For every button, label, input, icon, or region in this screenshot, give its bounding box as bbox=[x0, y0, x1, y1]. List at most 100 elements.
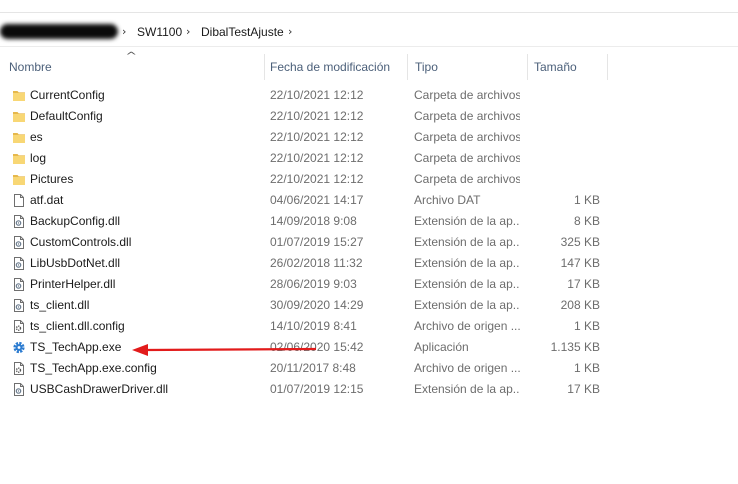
file-row[interactable]: PrinterHelper.dll 28/06/2019 9:03 Extensió… bbox=[0, 274, 738, 295]
file-type: Extensión de la ap... bbox=[414, 298, 520, 312]
file-row[interactable]: es 22/10/2021 12:12 Carpeta de archivos bbox=[0, 127, 738, 148]
file-name: es bbox=[30, 130, 43, 144]
file-size: 8 KB bbox=[573, 214, 600, 228]
column-name[interactable]: Nombre bbox=[9, 52, 52, 82]
file-size bbox=[530, 106, 600, 127]
file-date: 30/09/2020 14:29 bbox=[270, 298, 364, 312]
file-name: CustomControls.dll bbox=[30, 235, 132, 249]
file-name: PrinterHelper.dll bbox=[30, 277, 116, 291]
dll-file-icon bbox=[12, 235, 26, 250]
file-date: 04/06/2021 14:17 bbox=[270, 193, 364, 207]
file-type: Carpeta de archivos bbox=[414, 172, 520, 186]
column-divider[interactable] bbox=[264, 54, 265, 80]
folder-icon bbox=[12, 172, 26, 187]
file-size: 325 KB bbox=[560, 235, 600, 249]
redacted-path bbox=[0, 24, 118, 39]
file-name: LibUsbDotNet.dll bbox=[30, 256, 121, 270]
file-row[interactable]: LibUsbDotNet.dll 26/02/2018 11:32 Extensió… bbox=[0, 253, 738, 274]
file-name: log bbox=[30, 151, 47, 165]
breadcrumb-separator: › bbox=[288, 25, 293, 38]
file-size: 1 KB bbox=[573, 319, 600, 333]
top-divider bbox=[0, 12, 738, 13]
folder-icon bbox=[12, 151, 26, 166]
file-name: CurrentConfig bbox=[30, 88, 105, 102]
config-file-icon bbox=[12, 319, 26, 334]
file-size: 208 KB bbox=[560, 298, 600, 312]
dll-file-icon bbox=[12, 382, 26, 397]
file-name: ts_client.dll.config bbox=[30, 319, 125, 333]
file-type: Carpeta de archivos bbox=[414, 130, 520, 144]
file-date: 01/07/2019 15:27 bbox=[270, 235, 364, 249]
dll-file-icon bbox=[12, 277, 26, 292]
file-type: Extensión de la ap... bbox=[414, 382, 520, 396]
file-type: Carpeta de archivos bbox=[414, 109, 520, 123]
folder-icon bbox=[12, 130, 26, 145]
file-name: BackupConfig.dll bbox=[30, 214, 121, 228]
breadcrumb-separator: › bbox=[186, 25, 191, 38]
file-size: 1 KB bbox=[573, 361, 600, 375]
breadcrumb-item-sw1100[interactable]: SW1100 bbox=[137, 25, 182, 39]
file-name: DefaultConfig bbox=[30, 109, 103, 123]
file-row[interactable]: CurrentConfig 22/10/2021 12:12 Carpeta de … bbox=[0, 85, 738, 106]
column-divider[interactable] bbox=[607, 54, 608, 80]
file-row[interactable]: TS_TechApp.exe 02/06/2020 15:42 Aplicación… bbox=[0, 337, 738, 358]
file-row[interactable]: USBCashDrawerDriver.dll 01/07/2019 12:15 E… bbox=[0, 379, 738, 400]
breadcrumb-item-dibaltestajuste[interactable]: DibalTestAjuste bbox=[201, 25, 284, 39]
column-type[interactable]: Tipo bbox=[415, 52, 438, 82]
file-date: 20/11/2017 8:48 bbox=[270, 361, 356, 375]
file-date: 14/09/2018 9:08 bbox=[270, 214, 357, 228]
file-size bbox=[530, 148, 600, 169]
column-divider[interactable] bbox=[527, 54, 528, 80]
sort-up-icon: ^ bbox=[125, 51, 138, 62]
file-type: Extensión de la ap... bbox=[414, 256, 520, 270]
file-type: Extensión de la ap... bbox=[414, 235, 520, 249]
file-row[interactable]: atf.dat 04/06/2021 14:17 Archivo DAT 1 KB bbox=[0, 190, 738, 211]
dll-file-icon bbox=[12, 298, 26, 313]
dll-file-icon bbox=[12, 214, 26, 229]
file-date: 28/06/2019 9:03 bbox=[270, 277, 357, 291]
file-type: Carpeta de archivos bbox=[414, 151, 520, 165]
file-size: 1 KB bbox=[573, 193, 600, 207]
file-type: Archivo de origen ... bbox=[414, 319, 520, 333]
file-row[interactable]: BackupConfig.dll 14/09/2018 9:08 Extensión… bbox=[0, 211, 738, 232]
file-row[interactable]: DefaultConfig 22/10/2021 12:12 Carpeta de … bbox=[0, 106, 738, 127]
file-date: 02/06/2020 15:42 bbox=[270, 340, 364, 354]
file-type: Archivo DAT bbox=[414, 193, 481, 207]
file-size: 147 KB bbox=[560, 256, 600, 270]
file-name: TS_TechApp.exe.config bbox=[30, 361, 157, 375]
gear-icon bbox=[12, 340, 26, 355]
file-name: atf.dat bbox=[30, 193, 64, 207]
file-row[interactable]: ts_client.dll 30/09/2020 14:29 Extensión d… bbox=[0, 295, 738, 316]
file-name: USBCashDrawerDriver.dll bbox=[30, 382, 169, 396]
folder-icon bbox=[12, 109, 26, 124]
column-date[interactable]: Fecha de modificación bbox=[270, 52, 390, 82]
file-row[interactable]: log 22/10/2021 12:12 Carpeta de archivos bbox=[0, 148, 738, 169]
file-date: 22/10/2021 12:12 bbox=[270, 151, 364, 165]
file-date: 22/10/2021 12:12 bbox=[270, 109, 364, 123]
file-row[interactable]: ts_client.dll.config 14/10/2019 8:41 Archi… bbox=[0, 316, 738, 337]
file-row[interactable]: Pictures 22/10/2021 12:12 Carpeta de archi… bbox=[0, 169, 738, 190]
file-date: 22/10/2021 12:12 bbox=[270, 130, 364, 144]
file-name: ts_client.dll bbox=[30, 298, 90, 312]
file-icon bbox=[12, 193, 26, 208]
file-size: 17 KB bbox=[567, 277, 600, 291]
dll-file-icon bbox=[12, 256, 26, 271]
file-row[interactable]: TS_TechApp.exe.config 20/11/2017 8:48 Arch… bbox=[0, 358, 738, 379]
file-type: Carpeta de archivos bbox=[414, 88, 520, 102]
file-size: 17 KB bbox=[567, 382, 600, 396]
config-file-icon bbox=[12, 361, 26, 376]
file-date: 14/10/2019 8:41 bbox=[270, 319, 357, 333]
file-name: TS_TechApp.exe bbox=[30, 340, 122, 354]
file-name: Pictures bbox=[30, 172, 74, 186]
file-date: 22/10/2021 12:12 bbox=[270, 88, 364, 102]
file-date: 01/07/2019 12:15 bbox=[270, 382, 364, 396]
file-size bbox=[530, 85, 600, 106]
file-date: 26/02/2018 11:32 bbox=[270, 256, 363, 270]
file-type: Extensión de la ap... bbox=[414, 277, 520, 291]
file-row[interactable]: CustomControls.dll 01/07/2019 15:27 Extens… bbox=[0, 232, 738, 253]
file-type: Extensión de la ap... bbox=[414, 214, 520, 228]
column-divider[interactable] bbox=[407, 54, 408, 80]
address-bar[interactable]: › SW1100 › DibalTestAjuste › bbox=[0, 18, 738, 47]
column-header: ^ Nombre Fecha de modificación Tipo Tama… bbox=[0, 51, 738, 82]
column-size[interactable]: Tamaño bbox=[534, 52, 577, 82]
